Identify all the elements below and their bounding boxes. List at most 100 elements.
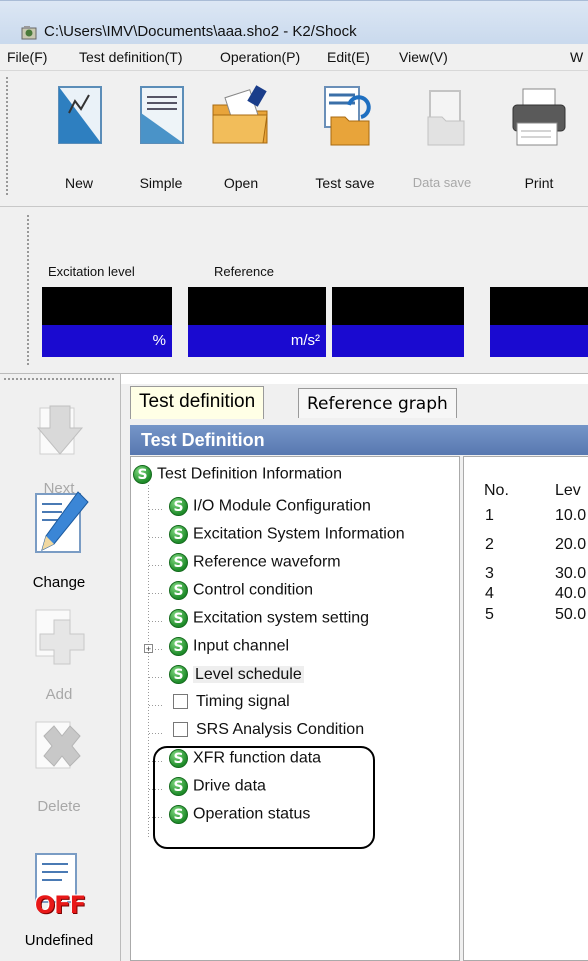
- tree-branch: [149, 733, 163, 734]
- tree-item-timing-signal[interactable]: Timing signal: [171, 693, 290, 721]
- tree-item-label: Reference waveform: [193, 553, 341, 571]
- column-header-level: Lev: [555, 482, 581, 499]
- level-display-4: [490, 287, 588, 325]
- s-status-icon: S: [169, 637, 188, 656]
- delete-label: Delete: [37, 798, 81, 815]
- data-save-label: Data save: [412, 175, 472, 190]
- table-cell-level: 40.0: [555, 585, 587, 602]
- change-button[interactable]: Change: [0, 484, 118, 596]
- add-button[interactable]: Add: [0, 602, 118, 703]
- new-button[interactable]: New: [38, 71, 120, 201]
- menu-file[interactable]: File(F): [7, 49, 47, 65]
- side-panel: Next Change Add Delete OFF Undefined: [0, 374, 121, 961]
- tree-connector: [148, 485, 149, 839]
- tree-item-input-channel[interactable]: S Input channel: [169, 637, 289, 665]
- off-badge: OFF: [34, 891, 86, 919]
- highlight-annotation: [153, 746, 375, 849]
- tree-item-io-module[interactable]: S I/O Module Configuration: [169, 497, 371, 525]
- data-save-button[interactable]: Data save: [400, 71, 484, 201]
- menu-operation[interactable]: Operation(P): [220, 49, 300, 65]
- tree-branch: [149, 677, 163, 678]
- column-header-no: No.: [484, 482, 509, 499]
- test-save-button[interactable]: Test save: [306, 71, 384, 201]
- table-cell-level: 10.0: [555, 507, 587, 524]
- level-schedule-table[interactable]: No. Lev 1 10.0 2 20.0 3 30.0 4 40.0 5 50…: [463, 456, 588, 961]
- menu-edit[interactable]: Edit(E): [327, 49, 370, 65]
- menu-test-definition[interactable]: Test definition(T): [79, 49, 182, 65]
- tree-item-reference-waveform[interactable]: S Reference waveform: [169, 553, 341, 581]
- delete-button[interactable]: Delete: [0, 714, 118, 815]
- open-button[interactable]: Open: [202, 71, 280, 201]
- empty-box-icon: [173, 722, 188, 738]
- title-bar: C:\Users\IMV\Documents\aaa.sho2 - K2/Sho…: [0, 0, 588, 45]
- table-cell-no: 5: [485, 606, 494, 623]
- tree-branch: [149, 593, 163, 594]
- undefined-label: Undefined: [24, 932, 94, 949]
- tree-item-level-schedule[interactable]: S Level schedule: [169, 665, 304, 693]
- next-button[interactable]: Next: [0, 396, 118, 497]
- menu-view[interactable]: View(V): [399, 49, 448, 65]
- menu-bar: File(F) Test definition(T) Operation(P) …: [0, 44, 588, 71]
- s-status-icon: S: [169, 581, 188, 600]
- table-cell-no: 4: [485, 585, 494, 602]
- tree-item-label: Input channel: [193, 637, 290, 655]
- menu-window[interactable]: W: [570, 49, 583, 65]
- new-label: New: [64, 175, 93, 191]
- print-button[interactable]: Print: [500, 71, 578, 201]
- simple-button[interactable]: Simple: [120, 71, 202, 201]
- test-save-icon: [324, 86, 371, 146]
- tree-item-control-condition[interactable]: S Control condition: [169, 581, 313, 609]
- side-panel-grip[interactable]: [4, 378, 114, 380]
- table-cell-no: 2: [485, 536, 494, 553]
- expand-input-channel-icon[interactable]: +: [144, 644, 153, 654]
- tab-strip: Test definition Reference graph: [121, 384, 588, 420]
- test-definition-tree[interactable]: S Test Definition Information S I/O Module…: [130, 456, 460, 961]
- tree-item-label: Excitation system setting: [193, 609, 370, 627]
- tab-test-definition[interactable]: Test definition: [130, 386, 265, 419]
- open-label: Open: [223, 175, 259, 191]
- down-arrow-icon: [36, 405, 84, 455]
- excitation-level-caption: Excitation level: [48, 264, 135, 279]
- tree-branch: [149, 537, 163, 538]
- s-status-icon: S: [169, 553, 188, 572]
- undefined-status-button[interactable]: OFF Undefined: [0, 848, 118, 960]
- open-folder-icon: [212, 85, 268, 144]
- delete-x-icon: [35, 721, 81, 769]
- s-status-icon: S: [133, 465, 152, 484]
- s-status-icon: S: [169, 497, 188, 516]
- table-cell-level: 30.0: [555, 565, 587, 582]
- toolbar-grip[interactable]: [6, 77, 8, 195]
- tree-item-label: Timing signal: [196, 693, 290, 710]
- simple-document-icon: [140, 86, 184, 144]
- tree-branch: [149, 565, 163, 566]
- tab-reference-graph[interactable]: Reference graph: [298, 388, 457, 418]
- unit-display-4: [490, 325, 588, 357]
- data-save-icon: [427, 90, 465, 146]
- tree-item-excitation-system-info[interactable]: S Excitation System Information: [169, 525, 405, 553]
- unit-display-3: [332, 325, 464, 357]
- tree-item-excitation-system-setting[interactable]: S Excitation system setting: [169, 609, 369, 637]
- tree-item-label: Control condition: [193, 581, 314, 599]
- level-panel-grip[interactable]: [27, 215, 29, 365]
- section-header: Test Definition: [130, 425, 588, 455]
- table-cell-no: 1: [485, 507, 494, 524]
- excitation-level-display: [42, 287, 172, 325]
- s-status-icon: S: [169, 665, 188, 684]
- test-save-label: Test save: [315, 175, 375, 191]
- simple-label: Simple: [139, 175, 183, 191]
- tree-item-srs-analysis[interactable]: SRS Analysis Condition: [171, 721, 364, 749]
- tree-item-label: I/O Module Configuration: [193, 497, 371, 515]
- reference-unit: m/s²: [188, 325, 326, 357]
- table-cell-no: 3: [485, 565, 494, 582]
- print-label: Print: [524, 175, 554, 191]
- s-status-icon: S: [169, 609, 188, 628]
- tree-item-root[interactable]: S Test Definition Information: [133, 465, 342, 493]
- add-plus-icon: [35, 609, 85, 665]
- edit-pencil-icon: [35, 491, 89, 553]
- tree-item-label: Level schedule: [193, 665, 304, 683]
- level-panel: Excitation level Reference % m/s²: [0, 207, 588, 374]
- reference-caption: Reference: [214, 264, 274, 279]
- add-label: Add: [45, 686, 73, 703]
- app-icon: [21, 26, 37, 40]
- s-status-icon: S: [169, 525, 188, 544]
